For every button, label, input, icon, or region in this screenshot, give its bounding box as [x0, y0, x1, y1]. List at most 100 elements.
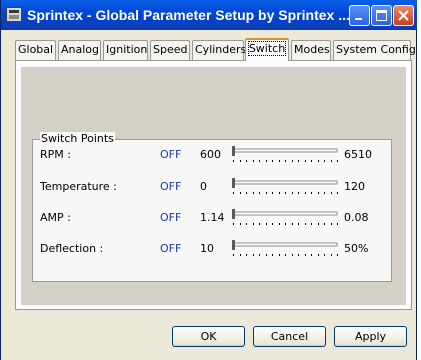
slider-thumb[interactable] [232, 146, 235, 156]
slider-track [232, 180, 338, 185]
row-max: 0.08 [344, 211, 369, 224]
row-label: Temperature : [40, 180, 117, 193]
slider-tick [253, 223, 254, 225]
slider-tick [298, 160, 299, 162]
slider-tick [337, 160, 338, 162]
switch-points-group: Switch Points RPM : OFF 600 6510 Tempera… [32, 132, 393, 282]
slider-tick [266, 160, 267, 162]
slider-tick [253, 192, 254, 194]
slider-tick [259, 254, 260, 256]
maximize-button[interactable] [371, 5, 392, 26]
slider-tick [266, 192, 267, 194]
slider-tick [305, 160, 306, 162]
maximize-icon [376, 10, 387, 21]
minimize-button[interactable] [349, 5, 370, 26]
slider-tick [292, 160, 293, 162]
slider-tick [331, 254, 332, 256]
cancel-button[interactable]: Cancel [253, 326, 326, 347]
row-label: RPM : [40, 148, 71, 161]
slider-tick [279, 223, 280, 225]
tab-switch[interactable]: Switch [245, 38, 289, 61]
slider-tick [272, 160, 273, 162]
ok-button[interactable]: OK [172, 326, 245, 347]
slider-tick [331, 192, 332, 194]
row-state: OFF [160, 180, 182, 193]
slider-thumb[interactable] [232, 209, 235, 219]
slider-tick [324, 192, 325, 194]
row-max: 50% [344, 242, 369, 255]
amp-slider[interactable] [229, 208, 341, 228]
deflection-slider[interactable] [229, 239, 341, 259]
slider-tick [305, 192, 306, 194]
slider-tick [324, 160, 325, 162]
row-label: Deflection : [40, 242, 104, 255]
row-state: OFF [160, 148, 182, 161]
slider-tick [272, 192, 273, 194]
slider-tick [233, 160, 234, 162]
slider-track-graphic [232, 209, 338, 225]
rpm-slider[interactable] [229, 145, 341, 165]
slider-tick [292, 192, 293, 194]
close-button[interactable] [393, 5, 414, 26]
slider-tick [246, 223, 247, 225]
tab-speed[interactable]: Speed [150, 40, 190, 60]
panel-area: Switch Points RPM : OFF 600 6510 Tempera… [21, 67, 406, 305]
slider-tick [318, 254, 319, 256]
slider-tick [324, 254, 325, 256]
tab-modes[interactable]: Modes [291, 40, 331, 60]
slider-tick [253, 254, 254, 256]
row-value: 1.14 [200, 211, 225, 224]
slider-tick [253, 160, 254, 162]
app-icon[interactable] [6, 7, 22, 22]
dialog-window: Sprintex - Global Parameter Setup by Spr… [0, 0, 417, 360]
slider-tick [298, 254, 299, 256]
tab-global[interactable]: Global [15, 40, 56, 60]
slider-tick [233, 254, 234, 256]
slider-tick [240, 160, 241, 162]
row-label: AMP : [40, 211, 71, 224]
slider-tick [292, 254, 293, 256]
slider-tick [279, 254, 280, 256]
switch-row-rpm: RPM : OFF 600 6510 [33, 143, 393, 167]
tab-system-config[interactable]: System Config [333, 40, 416, 60]
row-state: OFF [160, 242, 182, 255]
slider-tick [272, 254, 273, 256]
slider-tick [311, 223, 312, 225]
slider-tick [305, 254, 306, 256]
slider-tick [246, 160, 247, 162]
slider-tick [240, 223, 241, 225]
slider-tick [266, 254, 267, 256]
slider-tick [233, 223, 234, 225]
tab-ignition[interactable]: Ignition [103, 40, 148, 60]
apply-button[interactable]: Apply [334, 326, 407, 347]
slider-tick [311, 192, 312, 194]
slider-thumb[interactable] [232, 240, 235, 250]
slider-tick [331, 160, 332, 162]
slider-track-graphic [232, 146, 338, 162]
slider-tick [298, 192, 299, 194]
slider-tick [285, 223, 286, 225]
slider-tick [285, 160, 286, 162]
slider-tick [285, 254, 286, 256]
slider-track [232, 242, 338, 247]
tab-cylinders[interactable]: Cylinders [192, 40, 246, 60]
slider-tick [318, 223, 319, 225]
switch-row-temperature: Temperature : OFF 0 120 [33, 175, 393, 199]
slider-tick [259, 223, 260, 225]
switch-tab-panel: Switch Points RPM : OFF 600 6510 Tempera… [15, 60, 412, 310]
slider-track [232, 148, 338, 153]
slider-tick [298, 223, 299, 225]
slider-thumb[interactable] [232, 178, 235, 188]
slider-tick [259, 160, 260, 162]
window-title: Sprintex - Global Parameter Setup by Spr… [27, 7, 350, 23]
row-max: 6510 [344, 148, 372, 161]
row-max: 120 [344, 180, 365, 193]
slider-tick [240, 254, 241, 256]
temperature-slider[interactable] [229, 177, 341, 197]
slider-tick [318, 160, 319, 162]
slider-tick [246, 254, 247, 256]
switch-row-deflection: Deflection : OFF 10 50% [33, 237, 393, 261]
tab-analog[interactable]: Analog [58, 40, 101, 60]
title-bar[interactable]: Sprintex - Global Parameter Setup by Spr… [1, 0, 417, 30]
slider-tick [279, 192, 280, 194]
